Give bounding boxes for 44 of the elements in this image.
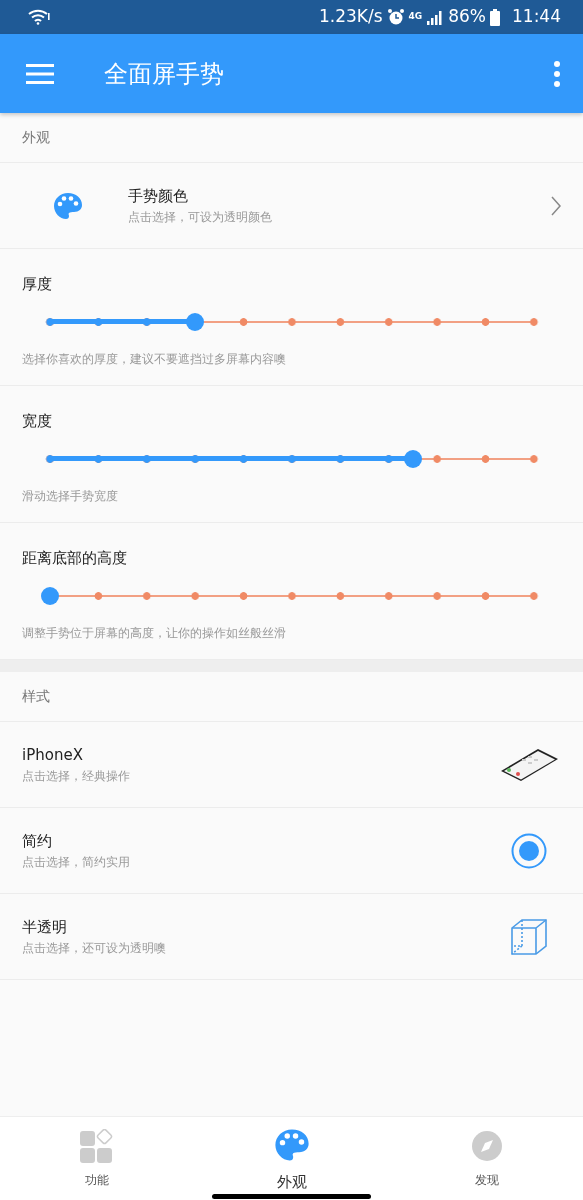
section-header: 样式: [22, 687, 50, 706]
section-header: 外观: [22, 128, 50, 147]
slider-thumb[interactable]: [41, 586, 59, 605]
slider-description: 选择你喜欢的厚度，建议不要遮挡过多屏幕内容噢: [22, 350, 286, 368]
style-option[interactable]: 简约 点击选择，简约实用: [0, 808, 583, 894]
style-option[interactable]: iPhoneX 点击选择，经典操作: [0, 722, 583, 808]
slider-label: 宽度: [22, 411, 53, 432]
palette-icon: [52, 190, 84, 221]
network-type: 4G: [408, 10, 423, 24]
battery-icon: [490, 8, 500, 26]
signal-icon: [426, 9, 445, 25]
option-subtitle: 点击选择，经典操作: [22, 767, 130, 785]
nav-tab[interactable]: 外观: [193, 1117, 390, 1200]
nav-tab[interactable]: 功能: [0, 1117, 193, 1200]
clock: 11:44: [512, 5, 561, 29]
option-title: iPhoneX: [22, 745, 84, 767]
slider-description: 滑动选择手势宽度: [22, 487, 118, 505]
app-title: 全面屏手势: [104, 58, 224, 90]
list-item[interactable]: 手势颜色 点击选择，可设为透明颜色: [0, 163, 583, 249]
apps-icon: [79, 1129, 114, 1163]
phone-icon: [501, 748, 558, 781]
option-title: 半透明: [22, 917, 68, 939]
more-options-icon[interactable]: [553, 60, 561, 87]
item-title: 手势颜色: [128, 186, 189, 208]
wifi-icon: [28, 9, 50, 25]
palette-icon: [272, 1127, 311, 1163]
slider-description: 调整手势位于屏幕的高度，让你的操作如丝般丝滑: [22, 624, 286, 642]
chevron-right-icon: [551, 195, 561, 216]
alarm-icon: [386, 8, 405, 26]
cube-icon: [511, 918, 547, 955]
network-speed: 1.23K/s: [318, 5, 383, 29]
compass-icon: [469, 1129, 504, 1163]
style-option[interactable]: 半透明 点击选择，还可设为透明噢: [0, 894, 583, 980]
nav-tab[interactable]: 发现: [390, 1117, 583, 1200]
item-subtitle: 点击选择，可设为透明颜色: [128, 208, 272, 226]
option-title: 简约: [22, 831, 53, 853]
menu-icon[interactable]: [26, 63, 54, 84]
battery-level: 86%: [448, 5, 486, 29]
slider-label: 厚度: [22, 274, 53, 295]
option-subtitle: 点击选择，简约实用: [22, 853, 130, 871]
slider-thumb[interactable]: [186, 312, 205, 331]
radio-button[interactable]: [511, 832, 547, 869]
option-subtitle: 点击选择，还可设为透明噢: [22, 939, 166, 957]
slider-label: 距离底部的高度: [22, 548, 128, 569]
